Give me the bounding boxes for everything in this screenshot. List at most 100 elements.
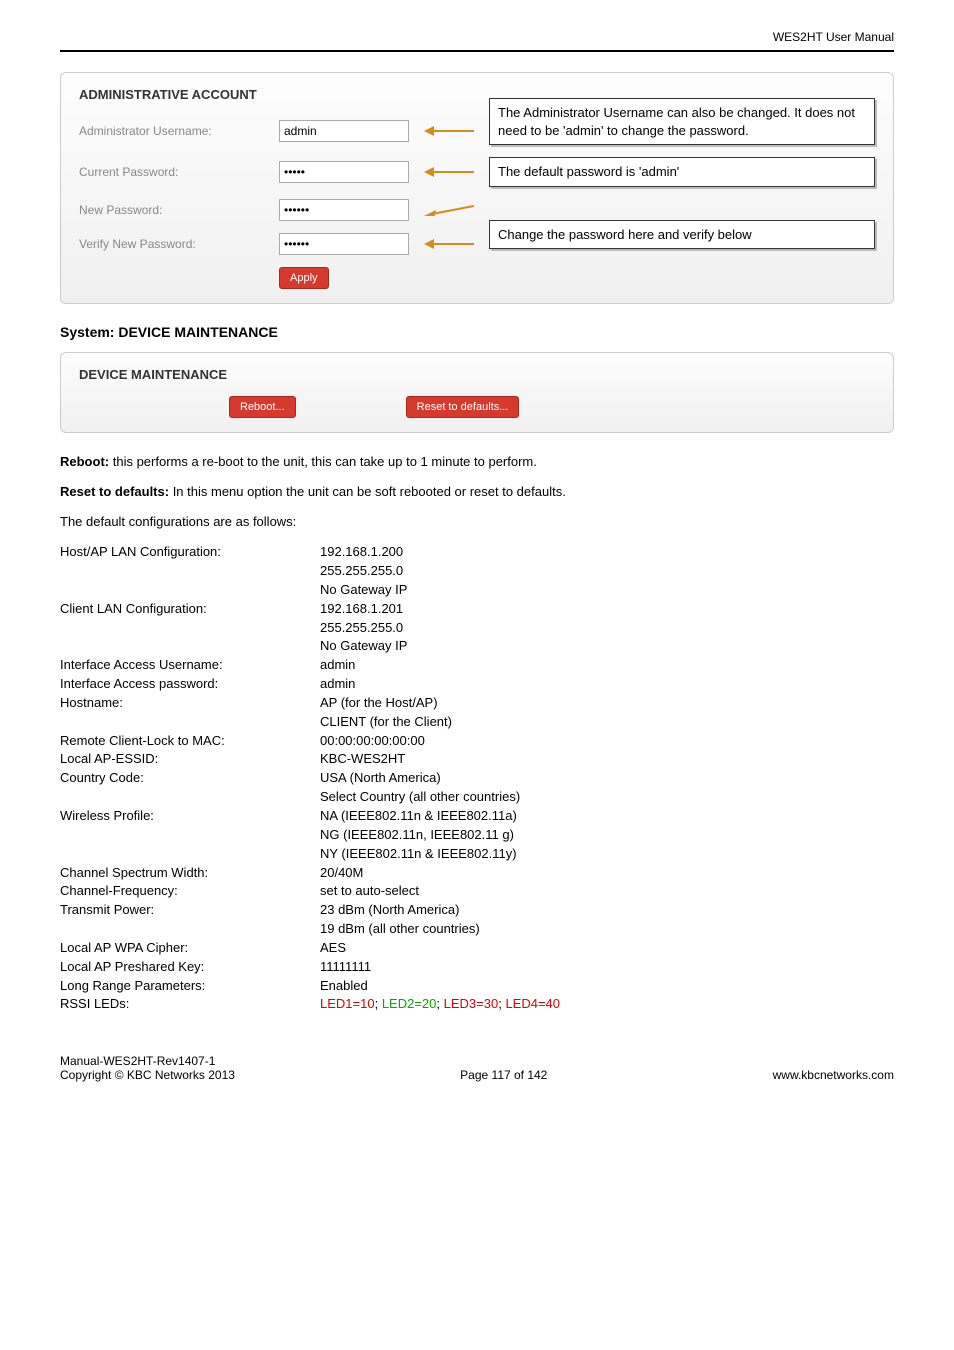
config-value: NA (IEEE802.11n & IEEE802.11a) — [320, 807, 894, 826]
config-value: NG (IEEE802.11n, IEEE802.11 g) — [320, 826, 894, 845]
config-row: Wireless Profile:NA (IEEE802.11n & IEEE8… — [60, 807, 894, 826]
config-value: NY (IEEE802.11n & IEEE802.11y) — [320, 845, 894, 864]
config-row: Channel Spectrum Width:20/40M — [60, 864, 894, 883]
config-label: Transmit Power: — [60, 901, 320, 920]
current-password-input[interactable] — [279, 161, 409, 183]
admin-username-label: Administrator Username: — [79, 124, 279, 138]
footer-copyright: Copyright © KBC Networks 2013 — [60, 1068, 235, 1082]
device-maintenance-title: DEVICE MAINTENANCE — [79, 367, 875, 382]
config-value: No Gateway IP — [320, 581, 894, 600]
footer-manual-id: Manual-WES2HT-Rev1407-1 — [60, 1054, 235, 1068]
config-row: CLIENT (for the Client) — [60, 713, 894, 732]
config-value: admin — [320, 656, 894, 675]
config-label — [60, 637, 320, 656]
config-label — [60, 562, 320, 581]
config-label: Country Code: — [60, 769, 320, 788]
config-row: Channel-Frequency:set to auto-select — [60, 882, 894, 901]
config-label — [60, 619, 320, 638]
config-value: 23 dBm (North America) — [320, 901, 894, 920]
callout-username: The Administrator Username can also be c… — [489, 98, 875, 145]
verify-password-label: Verify New Password: — [79, 237, 279, 251]
led-sep: ; — [436, 996, 443, 1011]
reboot-term: Reboot: — [60, 454, 109, 469]
new-password-label: New Password: — [79, 203, 279, 217]
config-value: 255.255.255.0 — [320, 619, 894, 638]
config-row: Local AP-ESSID:KBC-WES2HT — [60, 750, 894, 769]
row-admin-username: Administrator Username: The Administrato… — [79, 116, 875, 145]
config-row: 255.255.255.0 — [60, 562, 894, 581]
row-new-password: New Password: — [79, 199, 875, 221]
config-row: Interface Access Username:admin — [60, 656, 894, 675]
config-value: 192.168.1.200 — [320, 543, 894, 562]
config-label: Hostname: — [60, 694, 320, 713]
config-row: No Gateway IP — [60, 581, 894, 600]
config-label: Remote Client-Lock to MAC: — [60, 732, 320, 751]
config-label — [60, 581, 320, 600]
config-row: Local AP WPA Cipher:AES — [60, 939, 894, 958]
config-value: 11111111 — [320, 958, 894, 977]
arrow-icon — [409, 204, 489, 216]
new-password-input[interactable] — [279, 199, 409, 221]
led2-text: LED2=20 — [382, 996, 437, 1011]
config-value: 19 dBm (all other countries) — [320, 920, 894, 939]
config-label: Local AP WPA Cipher: — [60, 939, 320, 958]
callout-change-password: Change the password here and verify belo… — [489, 220, 875, 250]
led4-text: LED4=40 — [505, 996, 560, 1011]
config-row: Transmit Power:23 dBm (North America) — [60, 901, 894, 920]
config-value: KBC-WES2HT — [320, 750, 894, 769]
config-label: Channel Spectrum Width: — [60, 864, 320, 883]
config-value: admin — [320, 675, 894, 694]
row-current-password: Current Password: The default password i… — [79, 157, 875, 187]
config-label — [60, 920, 320, 939]
config-value: No Gateway IP — [320, 637, 894, 656]
verify-password-input[interactable] — [279, 233, 409, 255]
rssi-value: LED1=10; LED2=20; LED3=30; LED4=40 — [320, 995, 894, 1014]
config-value: 00:00:00:00:00:00 — [320, 732, 894, 751]
admin-username-input[interactable] — [279, 120, 409, 142]
config-row: Interface Access password:admin — [60, 675, 894, 694]
led-sep: ; — [375, 996, 382, 1011]
config-row: Remote Client-Lock to MAC:00:00:00:00:00… — [60, 732, 894, 751]
led3-text: LED3=30 — [444, 996, 499, 1011]
config-label — [60, 788, 320, 807]
config-row: Client LAN Configuration:192.168.1.201 — [60, 600, 894, 619]
config-value: set to auto-select — [320, 882, 894, 901]
config-row: NG (IEEE802.11n, IEEE802.11 g) — [60, 826, 894, 845]
reset-term: Reset to defaults: — [60, 484, 169, 499]
config-row: 255.255.255.0 — [60, 619, 894, 638]
config-label: Local AP-ESSID: — [60, 750, 320, 769]
config-label: Local AP Preshared Key: — [60, 958, 320, 977]
config-label: Interface Access password: — [60, 675, 320, 694]
config-row: NY (IEEE802.11n & IEEE802.11y) — [60, 845, 894, 864]
config-label — [60, 826, 320, 845]
reset-defaults-button[interactable]: Reset to defaults... — [406, 396, 520, 418]
config-label: Channel-Frequency: — [60, 882, 320, 901]
section-device-maintenance-heading: System: DEVICE MAINTENANCE — [60, 324, 894, 340]
config-label: Client LAN Configuration: — [60, 600, 320, 619]
config-row: No Gateway IP — [60, 637, 894, 656]
config-row: Long Range Parameters:Enabled — [60, 977, 894, 996]
reset-desc: In this menu option the unit can be soft… — [169, 484, 566, 499]
admin-account-panel: ADMINISTRATIVE ACCOUNT Administrator Use… — [60, 72, 894, 304]
config-value: Enabled — [320, 977, 894, 996]
config-value: 20/40M — [320, 864, 894, 883]
config-value: 255.255.255.0 — [320, 562, 894, 581]
config-label: Long Range Parameters: — [60, 977, 320, 996]
device-maintenance-panel: DEVICE MAINTENANCE Reboot... Reset to de… — [60, 352, 894, 433]
config-value: USA (North America) — [320, 769, 894, 788]
apply-button[interactable]: Apply — [279, 267, 329, 289]
arrow-icon — [409, 166, 489, 178]
callout-default-password: The default password is 'admin' — [489, 157, 875, 187]
footer-page-number: Page 117 of 142 — [460, 1068, 547, 1082]
config-value: Select Country (all other countries) — [320, 788, 894, 807]
config-value: CLIENT (for the Client) — [320, 713, 894, 732]
led1-text: LED1=10 — [320, 996, 375, 1011]
config-value: AES — [320, 939, 894, 958]
reboot-desc: this performs a re-boot to the unit, thi… — [109, 454, 537, 469]
doc-title: WES2HT User Manual — [60, 30, 894, 44]
config-row: 19 dBm (all other countries) — [60, 920, 894, 939]
config-value: AP (for the Host/AP) — [320, 694, 894, 713]
reboot-button[interactable]: Reboot... — [229, 396, 296, 418]
config-row: Host/AP LAN Configuration:192.168.1.200 — [60, 543, 894, 562]
arrow-icon — [409, 238, 489, 250]
